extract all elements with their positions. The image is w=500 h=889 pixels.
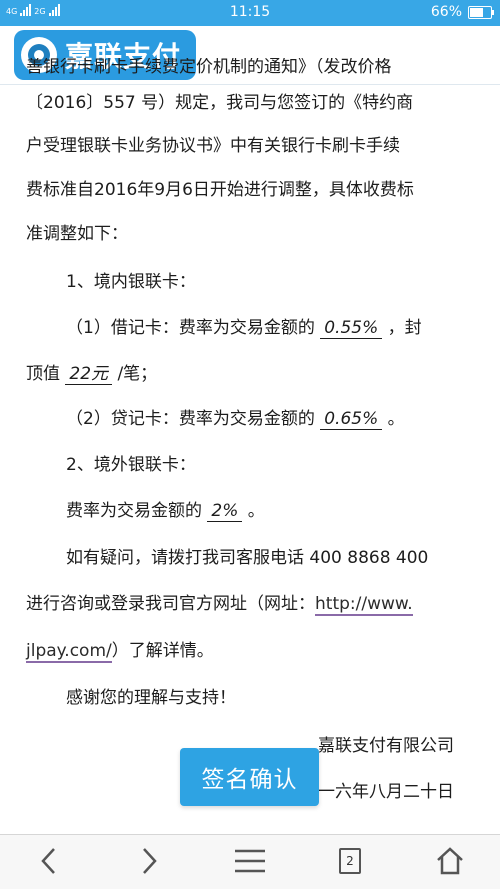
debit-rate-value: 0.55% <box>320 318 383 339</box>
sign-confirm-button[interactable]: 签名确认 <box>180 748 319 806</box>
website-suffix: ）了解详情。 <box>111 641 214 661</box>
menu-button[interactable] <box>230 841 270 881</box>
forward-button[interactable] <box>129 841 169 881</box>
credit-suffix: 。 <box>387 409 405 429</box>
cap-label: 顶值 <box>26 364 60 384</box>
website-link[interactable]: jlpay.com/ <box>26 641 112 663</box>
browser-bottom-nav: 2 <box>0 834 500 889</box>
notice-line: 〔2016〕557 号）规定，我司与您签订的《特约商 <box>26 93 414 113</box>
notice-content: 善银行卡刷卡手续费定价机制的通知》（发改价格 〔2016〕557 号）规定，我司… <box>0 58 500 834</box>
forward-arrow-icon <box>143 848 157 874</box>
back-arrow-icon <box>41 848 55 874</box>
website-line: 进行咨询或登录我司官方网址（网址：http://www. <box>26 589 413 616</box>
battery-icon <box>468 5 494 19</box>
home-icon <box>437 847 463 875</box>
notice-line: 费标准自2016年9月6日开始进行调整，具体收费标 <box>26 180 414 200</box>
cap-value: 22元 <box>65 364 113 385</box>
home-button[interactable] <box>430 841 470 881</box>
section-heading-foreign: 2、境外银联卡： <box>66 455 196 475</box>
debit-suffix: ，封 <box>387 318 422 338</box>
back-button[interactable] <box>29 841 69 881</box>
website-label: 进行咨询或登录我司官方网址（网址： <box>26 594 315 614</box>
battery-percent: 66% <box>430 4 462 20</box>
clock: 11:15 <box>229 4 271 20</box>
signature-company: 嘉联支付有限公司 <box>318 736 454 756</box>
notice-line: 准调整如下： <box>26 224 128 244</box>
foreign-suffix: 。 <box>247 501 265 521</box>
credit-rate-value: 0.65% <box>320 409 383 430</box>
tabs-button[interactable]: 2 <box>330 841 370 881</box>
website-link[interactable]: http://www. <box>315 594 413 616</box>
foreign-rate-line: 费率为交易金额的 2% 。 <box>66 496 265 522</box>
foreign-label: 费率为交易金额的 <box>66 501 202 521</box>
cap-suffix: /笔； <box>117 364 158 384</box>
signature-date: 一六年八月二十日 <box>318 782 454 802</box>
debit-cap-line: 顶值 22元 /笔； <box>26 359 158 385</box>
contact-line: 如有疑问，请拨打我司客服电话 400 8868 400 <box>66 548 429 568</box>
section-heading-domestic: 1、境内银联卡： <box>66 272 196 292</box>
website-line-2: jlpay.com/）了解详情。 <box>26 636 214 663</box>
foreign-rate-value: 2% <box>207 501 243 522</box>
debit-label: （1）借记卡：费率为交易金额的 <box>66 318 315 338</box>
debit-card-rate-line: （1）借记卡：费率为交易金额的 0.55% ，封 <box>66 313 422 339</box>
status-bar: 4G 2G 11:15 66% <box>0 0 500 26</box>
credit-card-rate-line: （2）贷记卡：费率为交易金额的 0.65% 。 <box>66 404 405 430</box>
notice-line: 户受理银联卡业务协议书》中有关银行卡刷卡手续 <box>26 136 400 156</box>
battery-fill <box>470 7 483 17</box>
credit-label: （2）贷记卡：费率为交易金额的 <box>66 409 315 429</box>
menu-icon <box>235 849 265 873</box>
battery-indicator: 66% <box>430 4 494 20</box>
tabs-count: 2 <box>339 848 361 874</box>
notice-line: 善银行卡刷卡手续费定价机制的通知》（发改价格 <box>26 58 392 77</box>
thanks-line: 感谢您的理解与支持！ <box>66 688 236 708</box>
